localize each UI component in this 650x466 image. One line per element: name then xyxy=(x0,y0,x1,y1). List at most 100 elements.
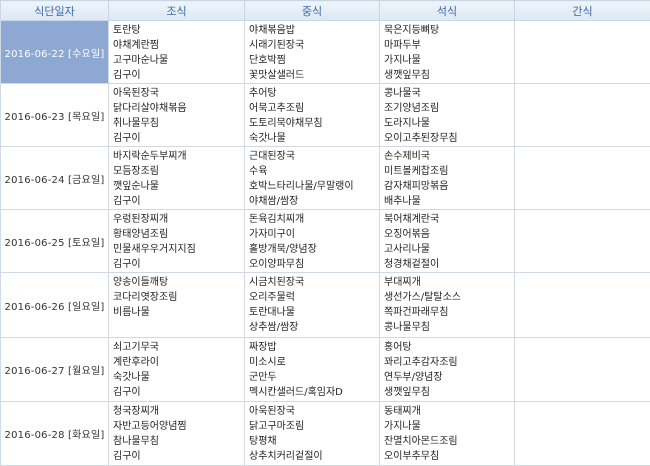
menu-item: 북어채계란국 xyxy=(384,212,514,227)
header-lunch[interactable]: 중식 xyxy=(245,1,380,21)
dinner-cell[interactable]: 홍어탕꽈리고추감자조림연두부/양념장생깻잎무침 xyxy=(380,338,515,402)
menu-item: 짜장밥 xyxy=(249,340,379,355)
breakfast-cell[interactable]: 쇠고기무국계란후라이숙갓나물김구이 xyxy=(109,338,245,402)
menu-item: 자반고등어양념찜 xyxy=(113,419,244,434)
breakfast-cell[interactable]: 우렁된장찌개황태양념조림민물새우우거지지짐김구이 xyxy=(109,210,245,273)
menu-item: 손수제비국 xyxy=(384,149,514,164)
dinner-cell[interactable]: 동태찌개가지나물잔멸치아몬드조림오이부추무침 xyxy=(380,402,515,466)
menu-item: 시금치된장국 xyxy=(249,275,379,290)
menu-item: 숙갓나물 xyxy=(113,370,244,385)
table-row[interactable]: 2016-06-27 [월요일]쇠고기무국계란후라이숙갓나물김구이짜장밥미소시로… xyxy=(1,338,650,402)
header-date[interactable]: 식단일자 xyxy=(1,1,109,21)
dinner-cell[interactable]: 부대찌개생선가스/탈탈소스쪽파건파래무침콩나물무침 xyxy=(380,273,515,338)
table-row[interactable]: 2016-06-23 [목요일]아욱된장국닭다리살야채볶음취나물무침김구이추어탕… xyxy=(1,84,650,147)
lunch-cell[interactable]: 추어탕어묵고추조림도토리묵야채무침숙갓나물 xyxy=(245,84,380,147)
menu-item: 야채쌈/쌈장 xyxy=(249,194,379,209)
menu-item: 오징어볶음 xyxy=(384,227,514,242)
menu-item: 모듬장조림 xyxy=(113,164,244,179)
dinner-cell[interactable]: 묵은지등뼈탕마파두부가지나물생깻잎무침 xyxy=(380,21,515,84)
meal-schedule-table: 식단일자 조식 중식 석식 간식 2016-06-22 [수요일]토란탕야채계란… xyxy=(0,0,650,466)
menu-item: 멕시칸샐러드/혹임자D xyxy=(249,385,379,400)
menu-item: 가자미구이 xyxy=(249,227,379,242)
table-row[interactable]: 2016-06-24 [금요일]바지락순두부찌개모듬장조림깻잎순나물김구이근대된… xyxy=(1,147,650,210)
menu-item: 연두부/양념장 xyxy=(384,370,514,385)
lunch-cell[interactable]: 근대된장국수육호박느타리나물/무말랭이야채쌈/쌈장 xyxy=(245,147,380,210)
menu-item: 토란탕 xyxy=(113,23,244,38)
lunch-cell[interactable]: 아욱된장국닭고구마조림탕평채상추치커리겉절이 xyxy=(245,402,380,466)
menu-item: 참나물무침 xyxy=(113,434,244,449)
snack-cell[interactable] xyxy=(515,84,650,147)
breakfast-cell[interactable]: 아욱된장국닭다리살야채볶음취나물무침김구이 xyxy=(109,84,245,147)
header-snack[interactable]: 간식 xyxy=(515,1,650,21)
menu-item: 계란후라이 xyxy=(113,355,244,370)
menu-item: 쇠고기무국 xyxy=(113,340,244,355)
menu-item: 호박느타리나물/무말랭이 xyxy=(249,179,379,194)
menu-item: 홍어탕 xyxy=(384,340,514,355)
table-row[interactable]: 2016-06-22 [수요일]토란탕야채계란찜고구마순나물김구이야채볶음밥시래… xyxy=(1,21,650,84)
menu-item: 취나물무침 xyxy=(113,116,244,131)
snack-cell[interactable] xyxy=(515,147,650,210)
menu-item: 마파두부 xyxy=(384,38,514,53)
lunch-cell[interactable]: 짜장밥미소시로군만두멕시칸샐러드/혹임자D xyxy=(245,338,380,402)
date-cell[interactable]: 2016-06-22 [수요일] xyxy=(1,21,109,84)
menu-item: 수육 xyxy=(249,164,379,179)
menu-item: 야채볶음밥 xyxy=(249,23,379,38)
menu-item: 닭고구마조림 xyxy=(249,419,379,434)
date-cell[interactable]: 2016-06-25 [토요일] xyxy=(1,210,109,273)
menu-item: 김구이 xyxy=(113,385,244,400)
lunch-cell[interactable]: 야채볶음밥시래기된장국단호박찜꽃맛살샐러드 xyxy=(245,21,380,84)
date-cell[interactable]: 2016-06-24 [금요일] xyxy=(1,147,109,210)
breakfast-cell[interactable]: 바지락순두부찌개모듬장조림깻잎순나물김구이 xyxy=(109,147,245,210)
menu-item: 김구이 xyxy=(113,194,244,209)
snack-cell[interactable] xyxy=(515,210,650,273)
menu-item: 동태찌개 xyxy=(384,404,514,419)
menu-item: 양송이들깨탕 xyxy=(113,275,244,290)
menu-item: 깻잎순나물 xyxy=(113,179,244,194)
table-row[interactable]: 2016-06-26 [일요일]양송이들깨탕코다리엿장조림비름나물시금치된장국오… xyxy=(1,273,650,338)
menu-item: 청국장찌개 xyxy=(113,404,244,419)
menu-item: 조기양념조림 xyxy=(384,101,514,116)
menu-item: 비름나물 xyxy=(113,305,244,320)
dinner-cell[interactable]: 콩나물국조기양념조림도라지나물오이고추된장무침 xyxy=(380,84,515,147)
breakfast-cell[interactable]: 양송이들깨탕코다리엿장조림비름나물 xyxy=(109,273,245,338)
snack-cell[interactable] xyxy=(515,338,650,402)
menu-item: 배추나물 xyxy=(384,194,514,209)
menu-item: 고구마순나물 xyxy=(113,53,244,68)
menu-item: 상추쌈/쌈장 xyxy=(249,320,379,335)
menu-item: 청경채겉절이 xyxy=(384,257,514,272)
menu-item: 잔멸치아몬드조림 xyxy=(384,434,514,449)
menu-item: 황태양념조림 xyxy=(113,227,244,242)
menu-item: 묵은지등뼈탕 xyxy=(384,23,514,38)
breakfast-cell[interactable]: 청국장찌개자반고등어양념찜참나물무침김구이 xyxy=(109,402,245,466)
header-breakfast[interactable]: 조식 xyxy=(109,1,245,21)
table-row[interactable]: 2016-06-25 [토요일]우렁된장찌개황태양념조림민물새우우거지지짐김구이… xyxy=(1,210,650,273)
menu-item: 홀방개묵/양념장 xyxy=(249,242,379,257)
lunch-cell[interactable]: 돈육김치찌개가자미구이홀방개묵/양념장오이양파무침 xyxy=(245,210,380,273)
menu-item: 아욱된장국 xyxy=(249,404,379,419)
menu-item: 오리주물럭 xyxy=(249,290,379,305)
date-cell[interactable]: 2016-06-23 [목요일] xyxy=(1,84,109,147)
snack-cell[interactable] xyxy=(515,273,650,338)
dinner-cell[interactable]: 북어채계란국오징어볶음고사리나물청경채겉절이 xyxy=(380,210,515,273)
menu-item: 오이부추무침 xyxy=(384,449,514,464)
menu-item: 부대찌개 xyxy=(384,275,514,290)
menu-item: 꽈리고추감자조림 xyxy=(384,355,514,370)
breakfast-cell[interactable]: 토란탕야채계란찜고구마순나물김구이 xyxy=(109,21,245,84)
date-cell[interactable]: 2016-06-28 [화요일] xyxy=(1,402,109,466)
dinner-cell[interactable]: 손수제비국미트볼케찹조림감자채피망볶음배추나물 xyxy=(380,147,515,210)
date-cell[interactable]: 2016-06-26 [일요일] xyxy=(1,273,109,338)
snack-cell[interactable] xyxy=(515,402,650,466)
header-dinner[interactable]: 석식 xyxy=(380,1,515,21)
table-row[interactable]: 2016-06-28 [화요일]청국장찌개자반고등어양념찜참나물무침김구이아욱된… xyxy=(1,402,650,466)
menu-item: 가지나물 xyxy=(384,419,514,434)
menu-item: 도라지나물 xyxy=(384,116,514,131)
date-cell[interactable]: 2016-06-27 [월요일] xyxy=(1,338,109,402)
menu-item: 시래기된장국 xyxy=(249,38,379,53)
snack-cell[interactable] xyxy=(515,21,650,84)
menu-item: 가지나물 xyxy=(384,53,514,68)
menu-item: 코다리엿장조림 xyxy=(113,290,244,305)
lunch-cell[interactable]: 시금치된장국오리주물럭토란대나물상추쌈/쌈장 xyxy=(245,273,380,338)
menu-item: 탕평채 xyxy=(249,434,379,449)
menu-item: 고사리나물 xyxy=(384,242,514,257)
header-row: 식단일자 조식 중식 석식 간식 xyxy=(1,1,650,21)
